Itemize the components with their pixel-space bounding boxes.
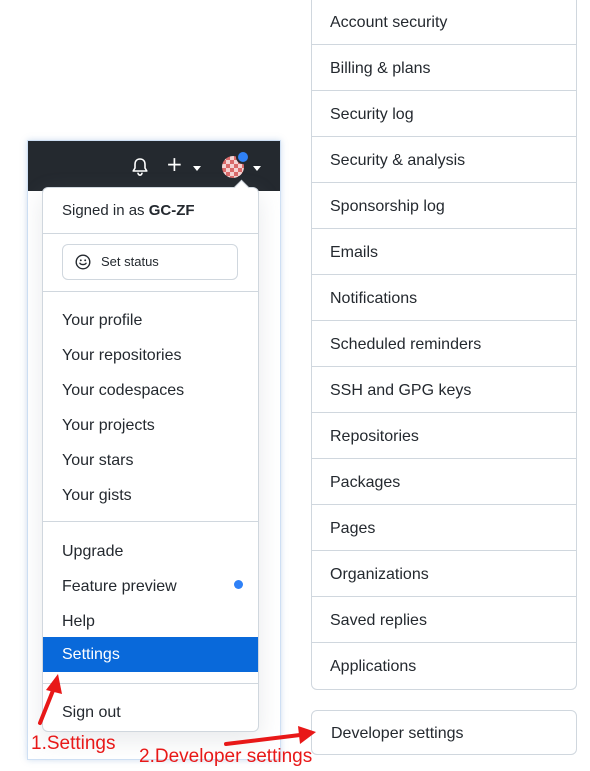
feature-preview-dot: [234, 580, 243, 589]
developer-settings-label: Developer settings: [331, 725, 464, 742]
chevron-down-icon: [193, 166, 201, 171]
nav-item-applications[interactable]: Applications: [312, 644, 576, 689]
nav-item-organizations[interactable]: Organizations: [312, 552, 576, 597]
menu-item-your-gists[interactable]: Your gists: [62, 486, 132, 506]
nav-item-pages[interactable]: Pages: [312, 506, 576, 551]
username: GC-ZF: [148, 202, 195, 219]
smiley-icon: [75, 254, 91, 270]
nav-item-ssh-gpg-keys[interactable]: SSH and GPG keys: [312, 368, 576, 413]
menu-item-your-codespaces[interactable]: Your codespaces: [62, 381, 184, 401]
divider: [43, 291, 258, 292]
nav-item-developer-settings[interactable]: Developer settings: [311, 710, 577, 755]
menu-item-your-profile[interactable]: Your profile: [62, 311, 142, 331]
menu-item-upgrade[interactable]: Upgrade: [62, 542, 123, 562]
nav-item-packages[interactable]: Packages: [312, 460, 576, 505]
nav-item-security-log[interactable]: Security log: [312, 92, 576, 137]
chevron-down-icon: [253, 166, 261, 171]
bell-icon[interactable]: [131, 157, 149, 177]
divider: [43, 233, 258, 234]
nav-item-emails[interactable]: Emails: [312, 230, 576, 275]
menu-item-sign-out[interactable]: Sign out: [62, 703, 121, 723]
menu-item-your-stars[interactable]: Your stars: [62, 451, 133, 471]
nav-item-sponsorship-log[interactable]: Sponsorship log: [312, 184, 576, 229]
menu-item-feature-preview[interactable]: Feature preview: [62, 577, 177, 597]
notification-dot: [236, 150, 250, 164]
annotation-step1: 1.Settings: [31, 733, 116, 754]
nav-item-saved-replies[interactable]: Saved replies: [312, 598, 576, 643]
menu-item-your-projects[interactable]: Your projects: [62, 416, 155, 436]
annotation-step2: 2.Developer settings: [139, 746, 313, 767]
signed-in-label: Signed in as GC-ZF: [62, 202, 195, 219]
nav-item-repositories[interactable]: Repositories: [312, 414, 576, 459]
nav-item-scheduled-reminders[interactable]: Scheduled reminders: [312, 322, 576, 367]
plus-icon[interactable]: +: [166, 152, 183, 176]
menu-item-help[interactable]: Help: [62, 612, 95, 632]
nav-item-account-security[interactable]: Account security: [312, 0, 576, 45]
nav-item-notifications[interactable]: Notifications: [312, 276, 576, 321]
menu-item-settings[interactable]: Settings: [43, 637, 258, 672]
set-status-button[interactable]: Set status: [62, 244, 238, 280]
menu-item-your-repositories[interactable]: Your repositories: [62, 346, 181, 366]
nav-item-security-analysis[interactable]: Security & analysis: [312, 138, 576, 183]
nav-item-billing-plans[interactable]: Billing & plans: [312, 46, 576, 91]
settings-label: Settings: [62, 646, 120, 663]
divider: [43, 683, 258, 684]
divider: [43, 521, 258, 522]
set-status-label: Set status: [101, 254, 159, 269]
